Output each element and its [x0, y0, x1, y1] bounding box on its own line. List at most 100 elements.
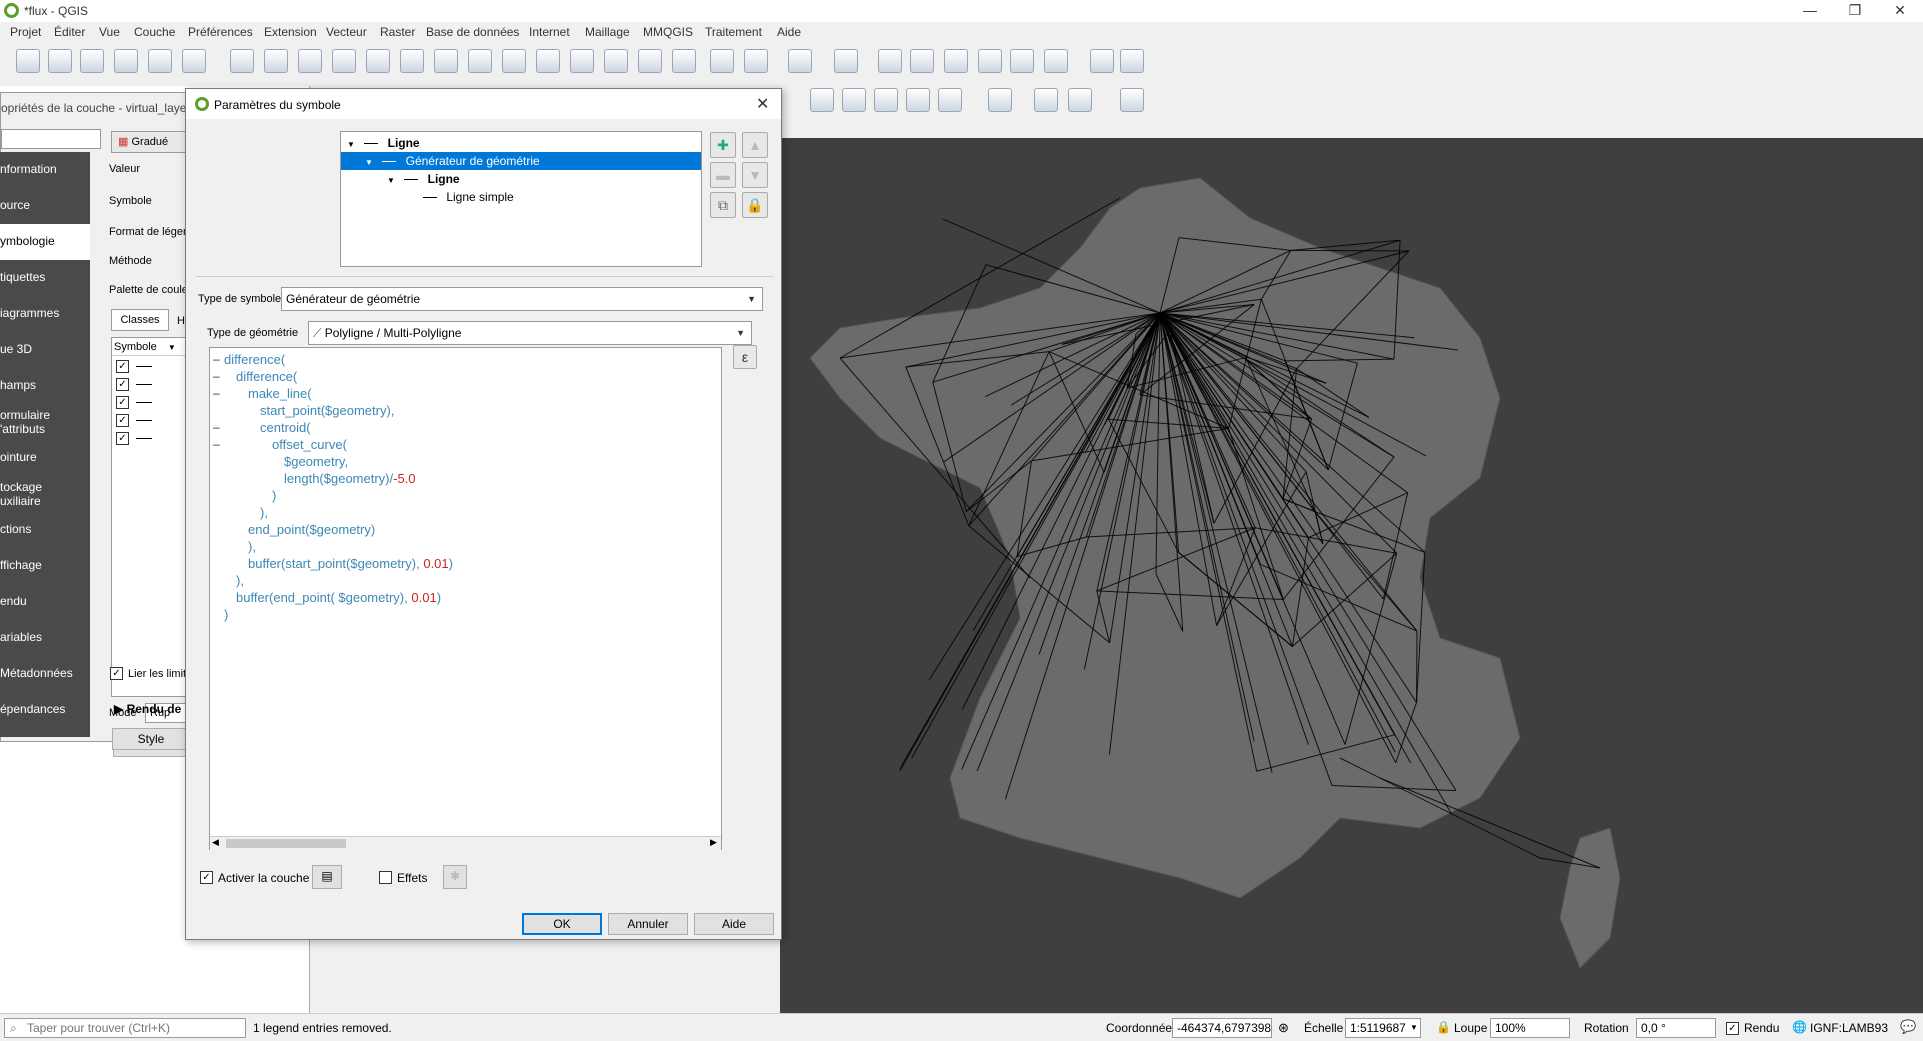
save-project-icon[interactable] — [80, 49, 104, 73]
expression-builder-icon[interactable]: ε — [733, 345, 757, 369]
fold-marker[interactable]: – — [213, 420, 220, 434]
menu-mmqgis[interactable]: MMQGIS — [643, 25, 693, 39]
pan-to-selection-icon[interactable] — [264, 49, 288, 73]
fold-marker[interactable]: – — [213, 437, 220, 451]
menu-internet[interactable]: Internet — [529, 25, 570, 39]
nav-3d-view[interactable]: ue 3D — [0, 332, 90, 368]
maximize-button[interactable]: ❐ — [1840, 2, 1870, 19]
zoom-full-icon[interactable] — [366, 49, 390, 73]
cancel-button[interactable]: Annuler — [608, 913, 688, 935]
menu-raster[interactable]: Raster — [380, 25, 415, 39]
nav-metadata[interactable]: Métadonnées — [0, 656, 90, 692]
crs-label[interactable]: IGNF:LAMB93 — [1810, 1021, 1888, 1035]
ok-button[interactable]: OK — [522, 913, 602, 935]
nav-diagrams[interactable]: iagrammes — [0, 296, 90, 332]
run-action-icon[interactable] — [744, 49, 768, 73]
fold-marker[interactable]: – — [213, 369, 220, 383]
class-checkbox-1[interactable]: ✓ — [116, 360, 129, 373]
menu-editer[interactable]: Éditer — [54, 25, 85, 39]
new-bookmark-icon[interactable] — [604, 49, 628, 73]
zoom-in-icon[interactable] — [298, 49, 322, 73]
close-window-button[interactable]: ✕ — [1885, 2, 1915, 19]
symbol-type-combo[interactable]: Générateur de géométrie ▼ — [281, 287, 763, 311]
tree-node-line-sub[interactable]: ▼ Ligne — [341, 170, 460, 188]
lock-scale-icon[interactable]: 🔒 — [1436, 1020, 1451, 1034]
enable-layer-checkbox[interactable]: ✓ — [200, 871, 213, 884]
menu-preferences[interactable]: Préférences — [188, 25, 253, 39]
add-symbol-layer-icon[interactable]: ✚ — [710, 132, 736, 158]
map-canvas[interactable] — [780, 138, 1923, 1013]
nav-symbology[interactable]: ymbologie — [0, 224, 90, 260]
renderer-combo[interactable]: ▦ Gradué — [111, 131, 191, 153]
menu-extension[interactable]: Extension — [264, 25, 317, 39]
horizontal-scrollbar[interactable]: ◀ ▶ — [210, 836, 721, 850]
locator-search-input[interactable]: ⌕ Taper pour trouver (Ctrl+K) — [4, 1018, 246, 1038]
fold-marker[interactable]: – — [213, 386, 220, 400]
effects-settings-icon[interactable]: ✱ — [443, 865, 467, 889]
minimize-button[interactable]: — — [1795, 2, 1825, 18]
zoom-last-icon[interactable] — [502, 49, 526, 73]
label-toolbar-icon-3[interactable] — [874, 88, 898, 112]
render-checkbox[interactable]: ✓ — [1726, 1022, 1739, 1035]
properties-search-field[interactable] — [1, 129, 101, 149]
measure-icon[interactable] — [1044, 49, 1068, 73]
symbol-column-header[interactable]: Symbole ▼ — [112, 338, 190, 356]
messages-icon[interactable]: 💬 — [1900, 1019, 1916, 1035]
menu-vecteur[interactable]: Vecteur — [326, 25, 367, 39]
text-annotation-icon[interactable] — [1120, 49, 1144, 73]
expression-editor[interactable]: – difference(– difference(– make_line(start… — [209, 347, 722, 850]
menu-maillage[interactable]: Maillage — [585, 25, 630, 39]
coordinate-field[interactable]: -464374,6797398 — [1172, 1018, 1272, 1038]
nav-rendering[interactable]: endu — [0, 584, 90, 620]
class-checkbox-4[interactable]: ✓ — [116, 414, 129, 427]
select-features-icon[interactable] — [788, 49, 812, 73]
lock-color-icon[interactable]: 🔒 — [742, 192, 768, 218]
nav-attributes-form[interactable]: ormulaire 'attributs — [0, 404, 90, 440]
plugin-icon[interactable] — [988, 88, 1012, 112]
nav-auxiliary-storage[interactable]: tockage uxiliaire — [0, 476, 90, 512]
symbol-layer-tree[interactable]: ▼ Ligne ▼ Générateur de géométrie ▼ Lign… — [340, 131, 702, 267]
select-by-value-icon[interactable] — [834, 49, 858, 73]
toggle-extents-icon[interactable]: ⊛ — [1278, 1020, 1289, 1036]
open-project-icon[interactable] — [48, 49, 72, 73]
tree-node-line-root[interactable]: ▼ Ligne — [341, 134, 420, 152]
scrollbar-thumb[interactable] — [226, 839, 346, 848]
nav-fields[interactable]: hamps — [0, 368, 90, 404]
field-calculator-icon[interactable] — [944, 49, 968, 73]
show-bookmarks-icon[interactable] — [638, 49, 662, 73]
zoom-next-icon[interactable] — [536, 49, 560, 73]
zoom-to-selection-icon[interactable] — [400, 49, 424, 73]
effects-checkbox[interactable] — [379, 871, 392, 884]
nav-source[interactable]: ource — [0, 188, 90, 224]
label-toolbar-icon-1[interactable] — [810, 88, 834, 112]
scroll-left-icon[interactable]: ◀ — [212, 837, 219, 848]
map-tips-icon[interactable] — [1090, 49, 1114, 73]
attribute-table-icon[interactable] — [910, 49, 934, 73]
link-limits-checkbox[interactable]: ✓ — [110, 667, 123, 680]
nav-dependencies[interactable]: épendances — [0, 692, 90, 728]
tab-classes[interactable]: Classes — [111, 309, 169, 331]
nav-display[interactable]: ffichage — [0, 548, 90, 584]
new-print-layout-icon[interactable] — [114, 49, 138, 73]
geometry-type-combo[interactable]: ⟋ Polyligne / Multi-Polyligne ▼ — [308, 321, 752, 345]
label-toolbar-icon-2[interactable] — [842, 88, 866, 112]
menu-traitement[interactable]: Traitement — [705, 25, 762, 39]
menu-projet[interactable]: Projet — [10, 25, 41, 39]
zoom-out-icon[interactable] — [332, 49, 356, 73]
deselect-all-icon[interactable] — [878, 49, 902, 73]
style-manager-icon[interactable] — [182, 49, 206, 73]
move-down-icon[interactable]: ▼ — [742, 162, 768, 188]
identify-features-icon[interactable] — [710, 49, 734, 73]
zoom-to-layer-icon[interactable] — [434, 49, 458, 73]
code-area[interactable]: – difference(– difference(– make_line(start… — [210, 350, 710, 830]
help-icon[interactable] — [1120, 88, 1144, 112]
dialog-close-button[interactable]: ✕ — [756, 94, 769, 114]
remove-symbol-layer-icon[interactable]: ▬ — [710, 162, 736, 188]
pan-hand-icon[interactable] — [230, 49, 254, 73]
tree-node-simple-line[interactable]: Ligne simple — [341, 188, 514, 206]
new-map-view-icon[interactable] — [570, 49, 594, 73]
nav-labels[interactable]: tiquettes — [0, 260, 90, 296]
magnifier-spinbox[interactable]: 100% — [1490, 1018, 1570, 1038]
nav-joins[interactable]: ointure — [0, 440, 90, 476]
menu-couche[interactable]: Couche — [134, 25, 175, 39]
